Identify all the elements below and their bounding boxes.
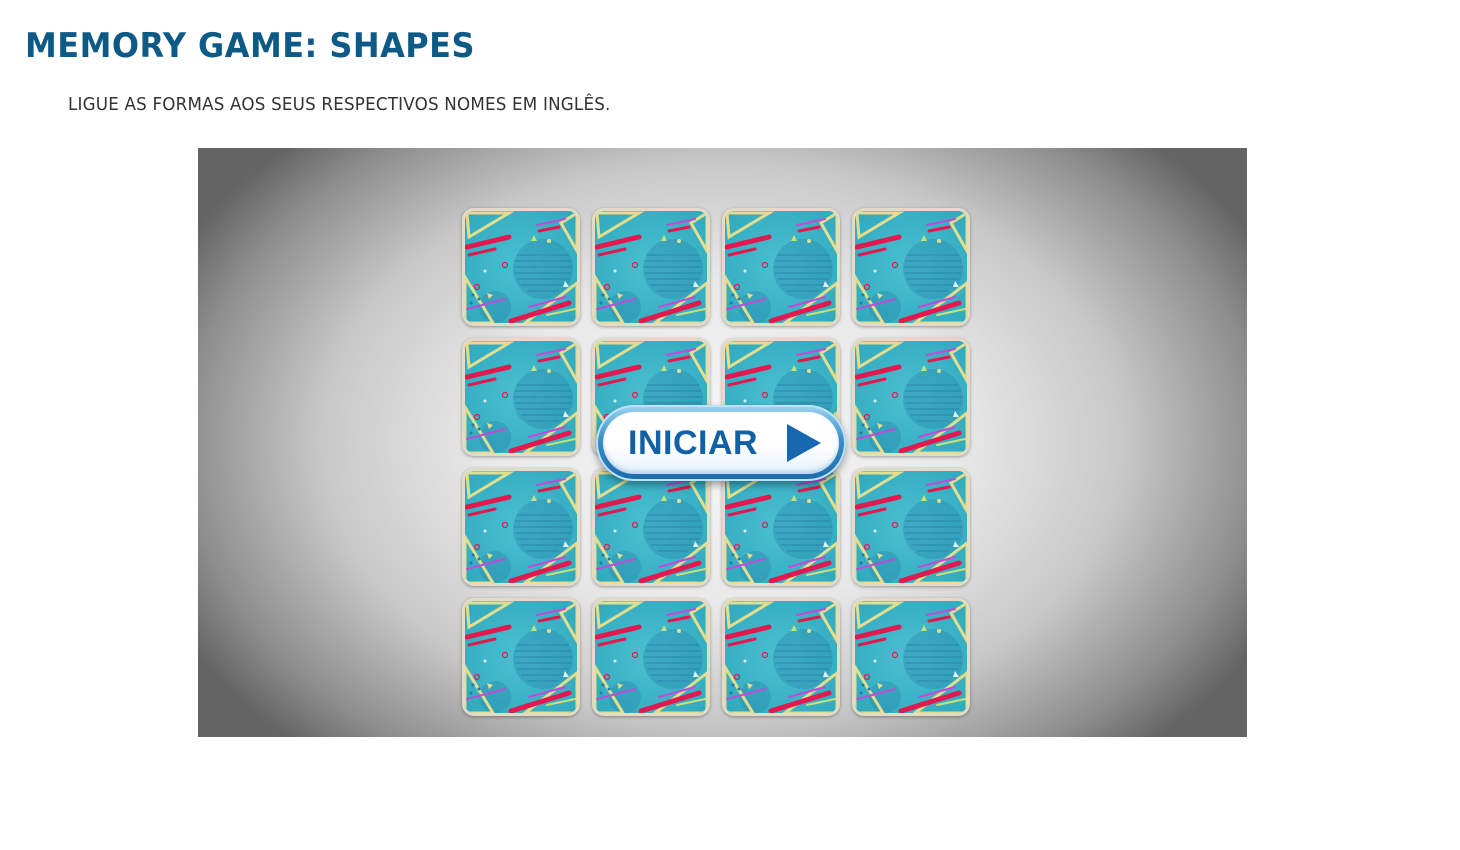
card-back-pattern	[595, 471, 707, 583]
memory-card[interactable]	[722, 598, 840, 716]
card-back-pattern	[725, 471, 837, 583]
start-button-label: INICIAR	[628, 424, 759, 462]
memory-card[interactable]	[462, 338, 580, 456]
card-back-pattern	[725, 601, 837, 713]
memory-game-stage[interactable]: INICIAR	[198, 148, 1247, 737]
start-button-face: INICIAR	[603, 412, 839, 474]
page-title: MEMORY GAME: SHAPES	[25, 26, 475, 66]
card-back-pattern	[595, 211, 707, 323]
card-back-pattern	[855, 471, 967, 583]
card-back-pattern	[465, 471, 577, 583]
card-back-pattern	[855, 211, 967, 323]
memory-card[interactable]	[852, 598, 970, 716]
memory-card[interactable]	[722, 208, 840, 326]
start-button[interactable]: INICIAR	[596, 405, 846, 481]
card-back-pattern	[855, 341, 967, 453]
card-back-pattern	[595, 601, 707, 713]
card-back-pattern	[725, 211, 837, 323]
memory-card[interactable]	[592, 468, 710, 586]
card-back-pattern	[465, 211, 577, 323]
memory-card[interactable]	[462, 468, 580, 586]
game-instructions: LIGUE AS FORMAS AOS SEUS RESPECTIVOS NOM…	[68, 94, 611, 115]
card-back-pattern	[465, 341, 577, 453]
memory-card[interactable]	[462, 598, 580, 716]
memory-card[interactable]	[852, 468, 970, 586]
memory-card[interactable]	[722, 468, 840, 586]
memory-card[interactable]	[852, 338, 970, 456]
memory-card[interactable]	[462, 208, 580, 326]
memory-card[interactable]	[592, 598, 710, 716]
card-back-pattern	[855, 601, 967, 713]
memory-card[interactable]	[852, 208, 970, 326]
card-back-pattern	[465, 601, 577, 713]
memory-card[interactable]	[592, 208, 710, 326]
play-icon	[787, 424, 821, 462]
